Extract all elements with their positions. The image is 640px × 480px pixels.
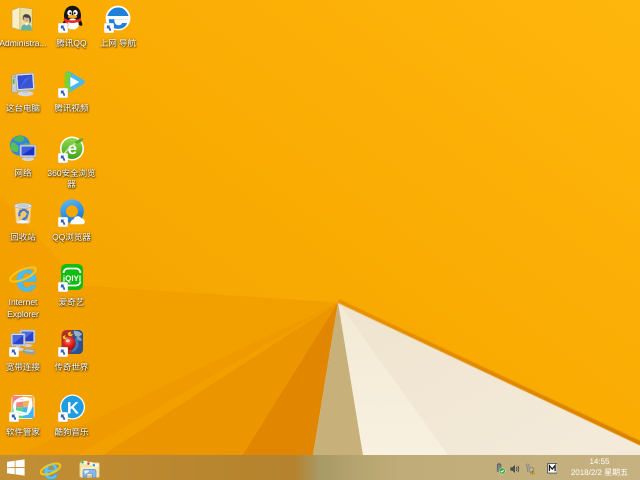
svg-text:K: K [67, 399, 79, 417]
